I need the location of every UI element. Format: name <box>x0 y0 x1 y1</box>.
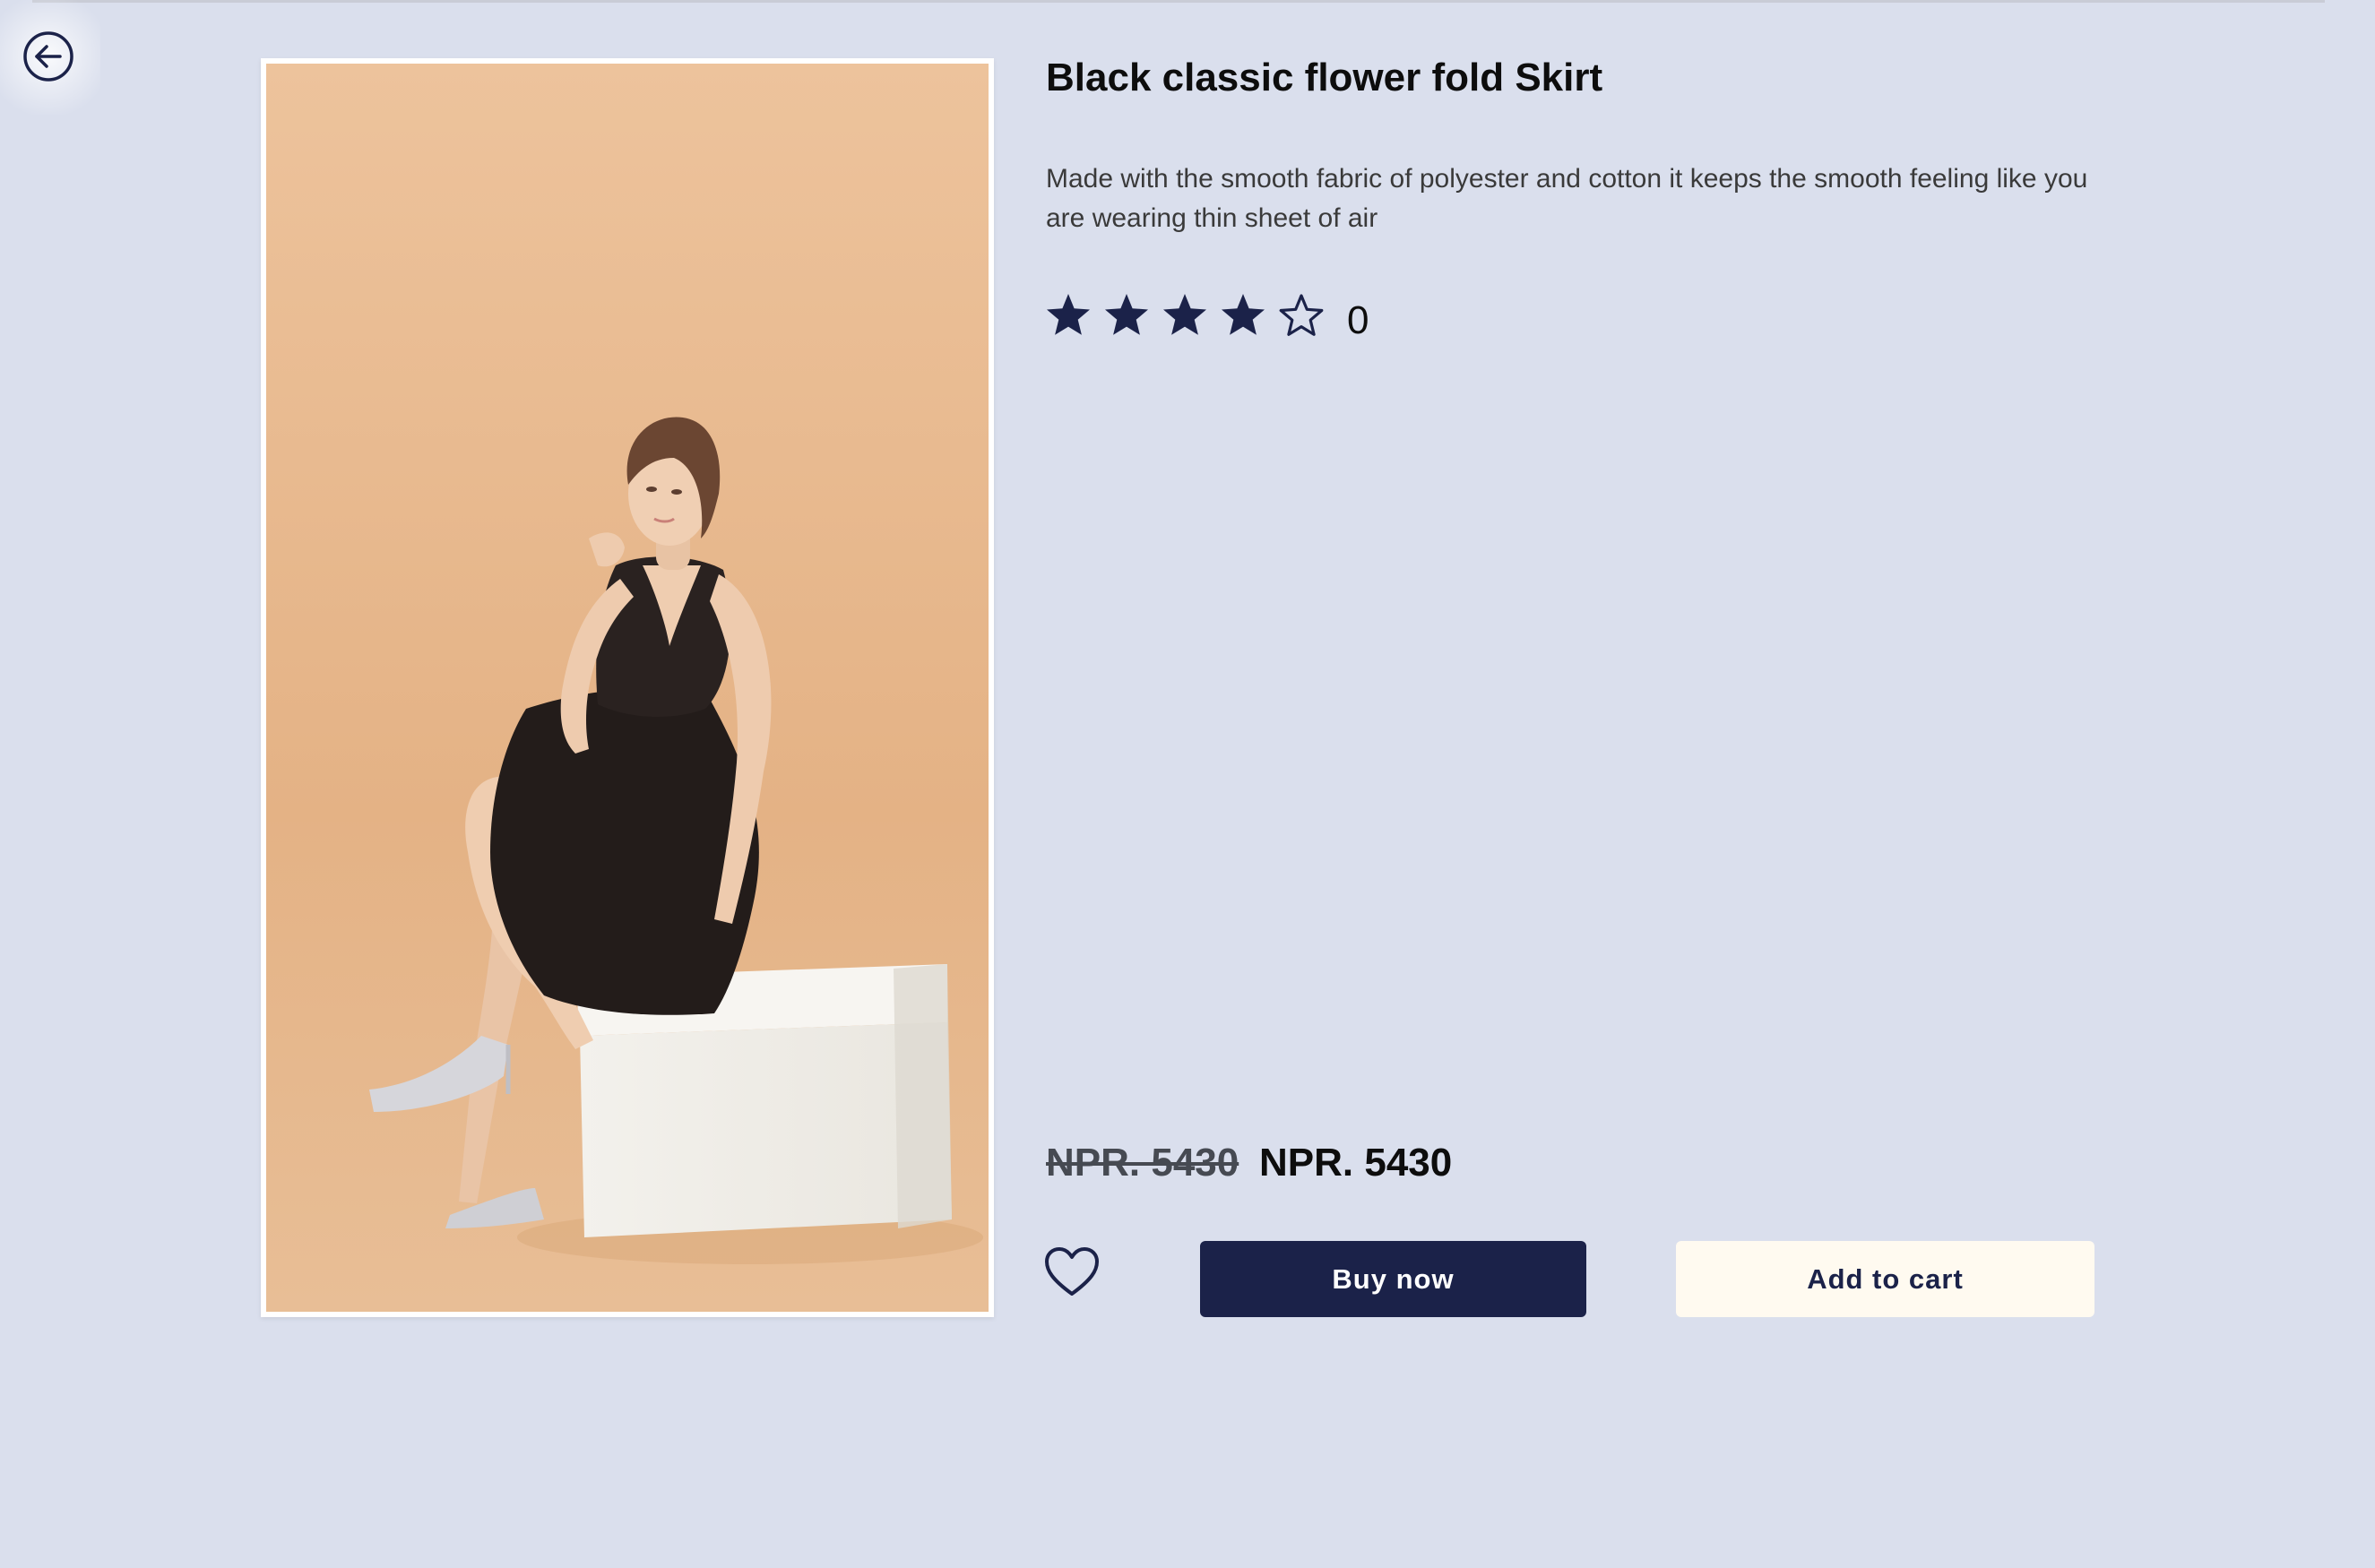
product-image <box>261 58 994 1317</box>
wishlist-button[interactable] <box>1043 1245 1101 1299</box>
add-to-cart-button[interactable]: Add to cart <box>1676 1241 2094 1317</box>
original-price: NPR. 5430 <box>1046 1141 1239 1185</box>
star-filled-icon[interactable] <box>1103 292 1150 339</box>
rating-count: 0 <box>1347 298 1369 342</box>
product-title: Black classic flower fold Skirt <box>1046 56 1603 99</box>
rating: 0 <box>1045 289 1369 342</box>
star-filled-icon[interactable] <box>1162 292 1208 339</box>
product-description: Made with the smooth fabric of polyester… <box>1046 164 2088 233</box>
back-button-area <box>0 0 100 115</box>
heart-icon <box>1045 1247 1099 1296</box>
top-border-line <box>32 0 2325 3</box>
back-arrow-icon <box>23 31 73 82</box>
back-button[interactable] <box>22 30 75 83</box>
buy-now-button[interactable]: Buy now <box>1200 1241 1586 1317</box>
star-outline-icon[interactable] <box>1278 292 1325 339</box>
star-filled-icon[interactable] <box>1220 292 1266 339</box>
current-price: NPR. 5430 <box>1259 1141 1453 1185</box>
product-photo <box>266 64 989 1312</box>
star-filled-icon[interactable] <box>1045 292 1092 339</box>
